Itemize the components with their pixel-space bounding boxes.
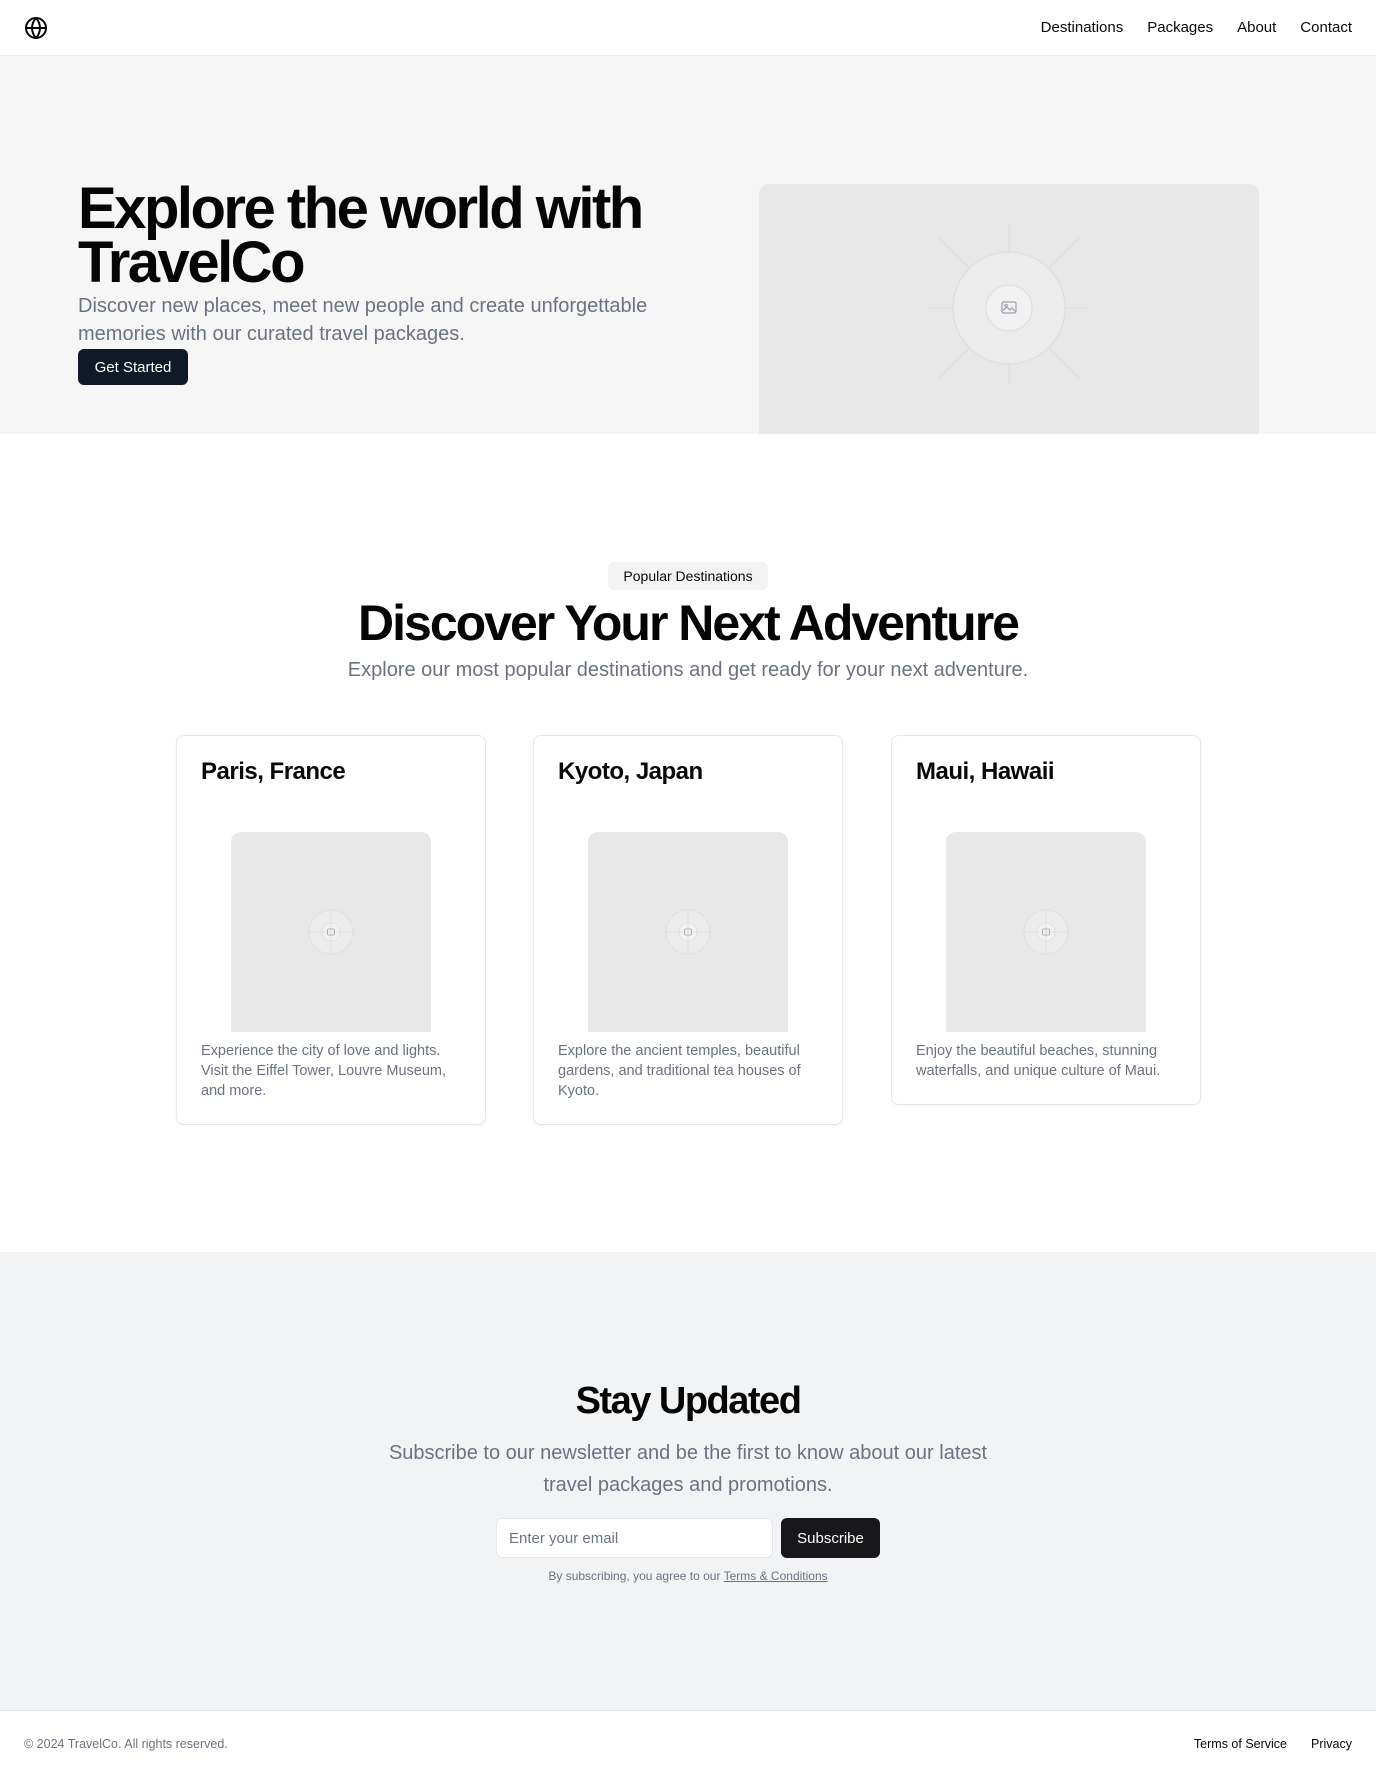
subscribe-button[interactable]: Subscribe: [781, 1518, 880, 1558]
image-placeholder-icon: [929, 224, 1089, 384]
site-footer: © 2024 TravelCo. All rights reserved. Te…: [0, 1710, 1376, 1776]
main-nav: Destinations Packages About Contact: [1041, 19, 1352, 36]
hero-description: Discover new places, meet new people and…: [78, 295, 648, 345]
card-image: [231, 832, 431, 1032]
destinations-title: Discover Your Next Adventure: [358, 595, 1020, 651]
get-started-button[interactable]: Get Started: [78, 349, 188, 385]
nav-link-destinations[interactable]: Destinations: [1041, 19, 1124, 36]
copyright-text: © 2024 TravelCo. All rights reserved.: [24, 1736, 228, 1751]
terms-note-text: By subscribing, you agree to our: [548, 1569, 721, 1583]
footer-links: Terms of Service Privacy: [1194, 1737, 1352, 1751]
email-input[interactable]: [496, 1518, 773, 1558]
newsletter-section: Stay Updated Subscribe to our newsletter…: [0, 1252, 1376, 1710]
destination-card-maui[interactable]: Maui, Hawaii Enjoy the beautiful beaches…: [891, 735, 1201, 1105]
globe-icon[interactable]: [24, 16, 48, 40]
privacy-link[interactable]: Privacy: [1311, 1737, 1352, 1751]
newsletter-description: Subscribe to our newsletter and be the f…: [388, 1442, 988, 1496]
image-placeholder-icon: [664, 908, 712, 956]
nav-link-contact[interactable]: Contact: [1300, 19, 1352, 36]
hero-title: Explore the world with TravelCo: [78, 176, 644, 295]
hero-image: [759, 184, 1259, 434]
card-description: Explore the ancient temples, beautiful g…: [558, 1043, 801, 1099]
newsletter-title: Stay Updated: [575, 1380, 802, 1422]
popular-destinations-badge: Popular Destinations: [608, 562, 768, 590]
card-image: [588, 832, 788, 1032]
card-title: Kyoto, Japan: [558, 758, 703, 785]
terms-note: By subscribing, you agree to our Terms &…: [0, 1566, 1376, 1586]
nav-link-about[interactable]: About: [1237, 19, 1276, 36]
hero-section: Explore the world with TravelCo Discover…: [0, 56, 1376, 434]
site-header: Destinations Packages About Contact: [0, 0, 1376, 56]
card-description: Experience the city of love and lights. …: [201, 1043, 447, 1099]
image-placeholder-icon: [307, 908, 355, 956]
card-title: Maui, Hawaii: [916, 758, 1055, 785]
card-image: [946, 832, 1146, 1032]
terms-conditions-link[interactable]: Terms & Conditions: [724, 1569, 828, 1583]
nav-link-packages[interactable]: Packages: [1147, 19, 1213, 36]
image-placeholder-icon: [1022, 908, 1070, 956]
card-description: Enjoy the beautiful beaches, stunning wa…: [916, 1043, 1161, 1079]
destinations-subtitle: Explore our most popular destinations an…: [347, 659, 1029, 681]
terms-of-service-link[interactable]: Terms of Service: [1194, 1737, 1287, 1751]
destination-card-paris[interactable]: Paris, France Experience the city of lov…: [176, 735, 486, 1125]
destination-card-kyoto[interactable]: Kyoto, Japan Explore the ancient temples…: [533, 735, 843, 1125]
card-title: Paris, France: [201, 758, 346, 785]
